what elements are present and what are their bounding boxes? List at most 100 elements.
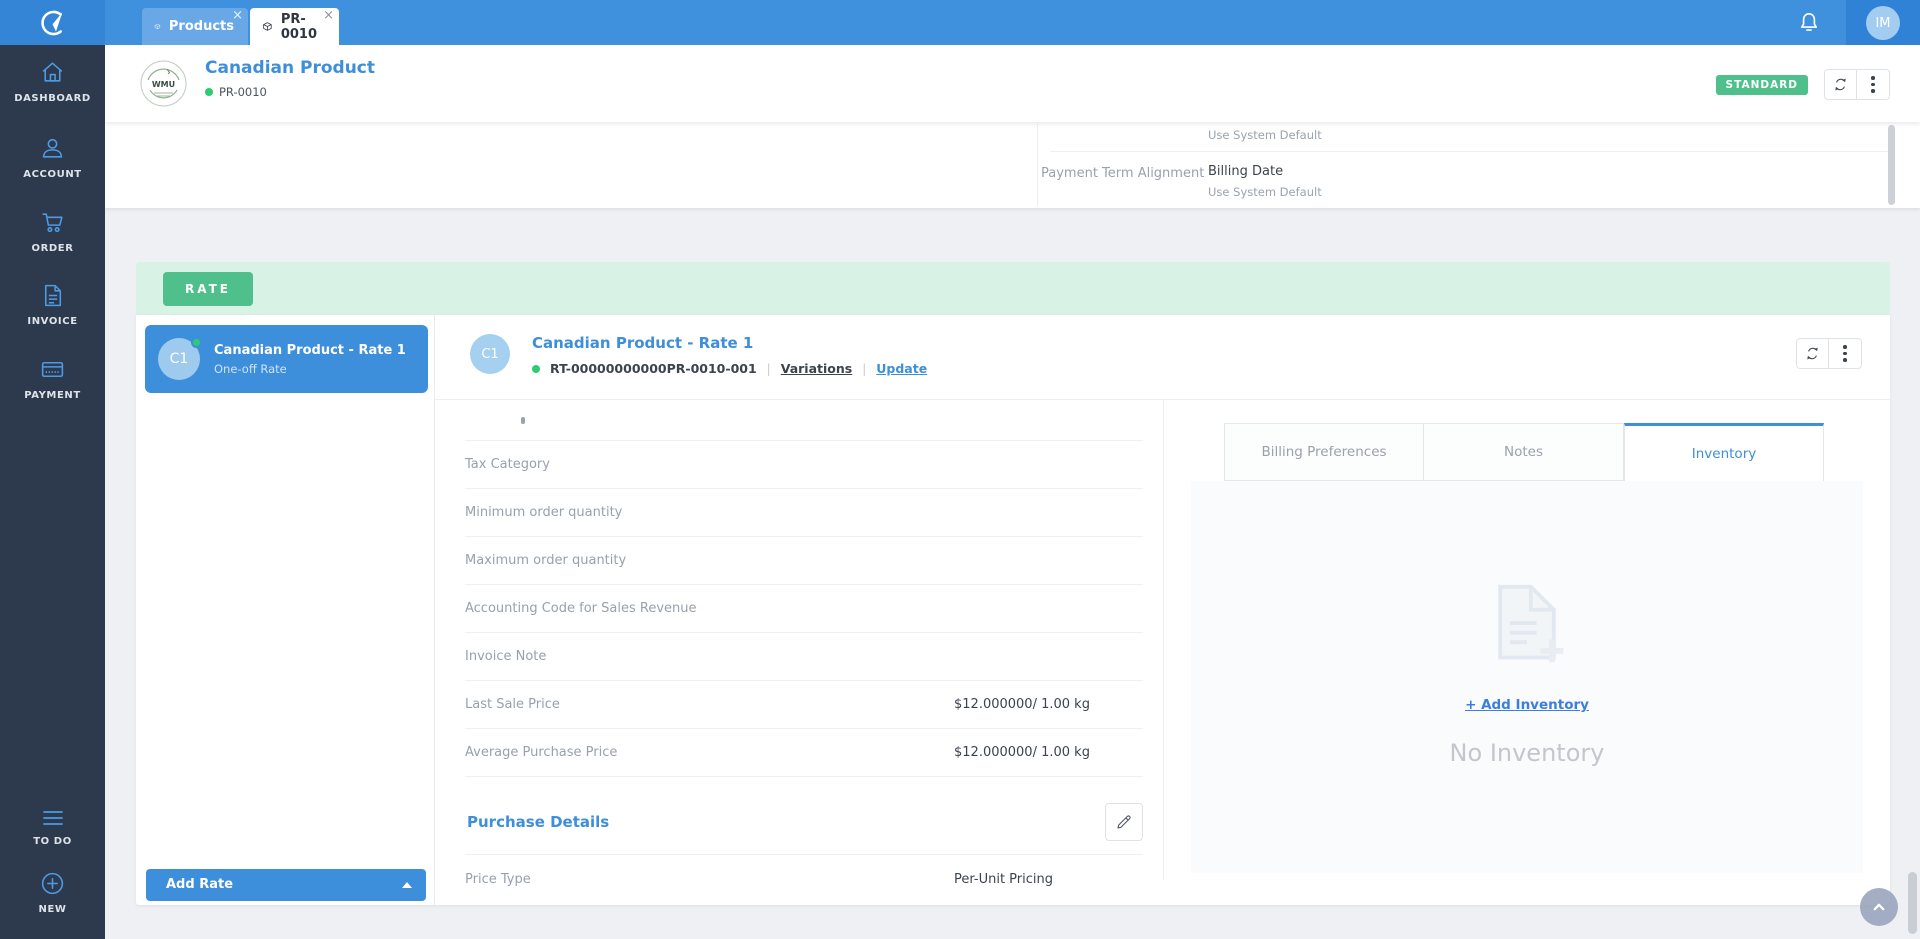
rate-actions bbox=[1796, 338, 1862, 369]
sidebar-item-label: ACCOUNT bbox=[23, 169, 82, 180]
field-label: Maximum order quantity bbox=[465, 553, 627, 568]
status-dot bbox=[191, 337, 202, 348]
chevron-up-icon bbox=[1873, 903, 1885, 911]
sidebar-item-payment[interactable]: PAYMENT bbox=[0, 356, 105, 401]
sidebar-item-new[interactable]: NEW bbox=[0, 870, 105, 915]
list-icon bbox=[42, 811, 63, 825]
sidebar-item-invoice[interactable]: INVOICE bbox=[0, 282, 105, 327]
standard-badge: STANDARD bbox=[1715, 74, 1808, 95]
field-label: Accounting Code for Sales Revenue bbox=[465, 601, 697, 616]
clipped-text bbox=[521, 417, 525, 424]
update-link[interactable]: Update bbox=[876, 361, 927, 376]
rate-avatar: C1 bbox=[470, 334, 510, 374]
no-inventory-message: No Inventory bbox=[1449, 739, 1605, 767]
inventory-tab-content: + Add Inventory No Inventory bbox=[1191, 481, 1863, 873]
rate-detail-tabs-panel: Billing Preferences Notes Inventory + Ad… bbox=[1164, 400, 1890, 905]
product-code: PR-0010 bbox=[219, 85, 267, 99]
field-row: Accounting Code for Sales Revenue bbox=[465, 585, 1143, 633]
add-rate-button[interactable]: Add Rate bbox=[146, 869, 426, 901]
plus-circle-icon bbox=[41, 872, 64, 895]
divider bbox=[1050, 151, 1890, 152]
rate-title: Canadian Product - Rate 1 bbox=[532, 334, 754, 352]
separator: | bbox=[862, 361, 867, 376]
package-box-icon bbox=[263, 22, 272, 31]
purchase-details-title: Purchase Details bbox=[467, 813, 610, 831]
user-menu: IM bbox=[1847, 0, 1920, 45]
scroll-to-top-button[interactable] bbox=[1860, 888, 1898, 926]
rate-detail-panel: C1 Canadian Product - Rate 1 RT-00000000… bbox=[435, 315, 1890, 905]
tab-inventory[interactable]: Inventory bbox=[1624, 423, 1824, 481]
rate-item-title: Canadian Product - Rate 1 bbox=[214, 342, 406, 358]
credit-card-icon bbox=[41, 361, 64, 378]
rate-section-button[interactable]: RATE bbox=[163, 272, 253, 306]
tab-billing-preferences[interactable]: Billing Preferences bbox=[1224, 423, 1424, 481]
pencil-icon bbox=[1117, 815, 1131, 829]
sidebar-item-label: ORDER bbox=[31, 243, 74, 254]
add-inventory-link[interactable]: + Add Inventory bbox=[1465, 697, 1589, 713]
field-value: Per-Unit Pricing bbox=[954, 872, 1053, 887]
tab-pr-0010[interactable]: PR-0010 × bbox=[250, 8, 339, 45]
settings-peek-section: Use System Default Payment Term Alignmen… bbox=[105, 122, 1920, 208]
setting-hint: Use System Default bbox=[1208, 128, 1322, 142]
notifications-button[interactable] bbox=[1796, 10, 1824, 36]
field-row: Price Type Per-Unit Pricing bbox=[465, 855, 1143, 905]
purchase-details-header: Purchase Details bbox=[465, 795, 1143, 855]
rate-fields: Tax Category Minimum order quantity Maxi… bbox=[435, 400, 1163, 905]
field-row: Last Sale Price $12.000000/ 1.00 kg bbox=[465, 681, 1143, 729]
sidebar-item-dashboard[interactable]: DASHBOARD bbox=[0, 59, 105, 104]
rate-list-item[interactable]: C1 Canadian Product - Rate 1 One-off Rat… bbox=[145, 325, 428, 393]
product-header: WMU Canadian Product PR-0010 STANDARD bbox=[105, 45, 1920, 122]
page-scrollbar-thumb[interactable] bbox=[1908, 872, 1917, 934]
tab-pr-0010-label: PR-0010 bbox=[280, 11, 318, 42]
close-icon[interactable]: × bbox=[232, 9, 243, 22]
app-window: Products × PR-0010 × IM DASHBOARD ACCOUN… bbox=[0, 0, 1920, 939]
close-icon[interactable]: × bbox=[323, 9, 334, 22]
rate-code: RT-00000000000PR-0010-001 bbox=[550, 361, 757, 376]
status-dot bbox=[532, 364, 540, 373]
tab-products[interactable]: Products × bbox=[142, 8, 248, 45]
header-actions bbox=[1824, 69, 1890, 100]
sidebar-item-order[interactable]: ORDER bbox=[0, 209, 105, 254]
product-logo-text: WMU bbox=[152, 80, 175, 89]
edit-purchase-details-button[interactable] bbox=[1105, 803, 1143, 841]
cart-icon bbox=[42, 213, 63, 233]
kebab-menu-icon bbox=[1871, 76, 1875, 93]
app-logo[interactable] bbox=[0, 0, 105, 45]
divider bbox=[1037, 124, 1038, 206]
rate-detail-header: C1 Canadian Product - Rate 1 RT-00000000… bbox=[435, 315, 1890, 400]
field-value: $12.000000/ 1.00 kg bbox=[954, 745, 1090, 760]
setting-value: Billing Date bbox=[1208, 164, 1284, 179]
page-title: Canadian Product bbox=[205, 58, 376, 78]
refresh-button[interactable] bbox=[1824, 69, 1857, 100]
more-actions-button[interactable] bbox=[1829, 338, 1862, 369]
sidebar-item-label: INVOICE bbox=[27, 316, 78, 327]
tab-notes[interactable]: Notes bbox=[1424, 423, 1624, 481]
refresh-icon bbox=[1835, 78, 1846, 91]
field-label: Average Purchase Price bbox=[465, 745, 618, 760]
setting-label: Payment Term Alignment bbox=[1041, 166, 1205, 181]
more-actions-button[interactable] bbox=[1857, 69, 1890, 100]
rate-card: C1 Canadian Product - Rate 1 One-off Rat… bbox=[136, 315, 1890, 905]
refresh-button[interactable] bbox=[1796, 338, 1829, 369]
caret-up-icon bbox=[402, 882, 412, 888]
sidebar-item-label: PAYMENT bbox=[24, 390, 81, 401]
package-box-icon bbox=[154, 23, 161, 30]
field-value: $12.000000/ 1.00 kg bbox=[954, 697, 1090, 712]
person-icon bbox=[42, 138, 63, 158]
topbar: Products × PR-0010 × IM bbox=[0, 0, 1920, 45]
variations-link[interactable]: Variations bbox=[781, 361, 853, 376]
separator: | bbox=[766, 361, 771, 376]
field-row: Maximum order quantity bbox=[465, 537, 1143, 585]
home-icon bbox=[42, 62, 63, 82]
sidebar-item-label: NEW bbox=[38, 904, 67, 915]
field-row: Tax Category bbox=[465, 441, 1143, 489]
sidebar-item-todo[interactable]: TO DO bbox=[0, 807, 105, 847]
sidebar-item-account[interactable]: ACCOUNT bbox=[0, 135, 105, 180]
inner-scrollbar-thumb[interactable] bbox=[1888, 125, 1895, 205]
user-avatar[interactable]: IM bbox=[1866, 6, 1900, 40]
bell-icon bbox=[1800, 12, 1818, 31]
product-titles: Canadian Product PR-0010 bbox=[205, 58, 375, 99]
product-logo: WMU bbox=[140, 60, 187, 107]
setting-hint: Use System Default bbox=[1208, 185, 1322, 199]
rate-item-subtitle: One-off Rate bbox=[214, 361, 287, 376]
